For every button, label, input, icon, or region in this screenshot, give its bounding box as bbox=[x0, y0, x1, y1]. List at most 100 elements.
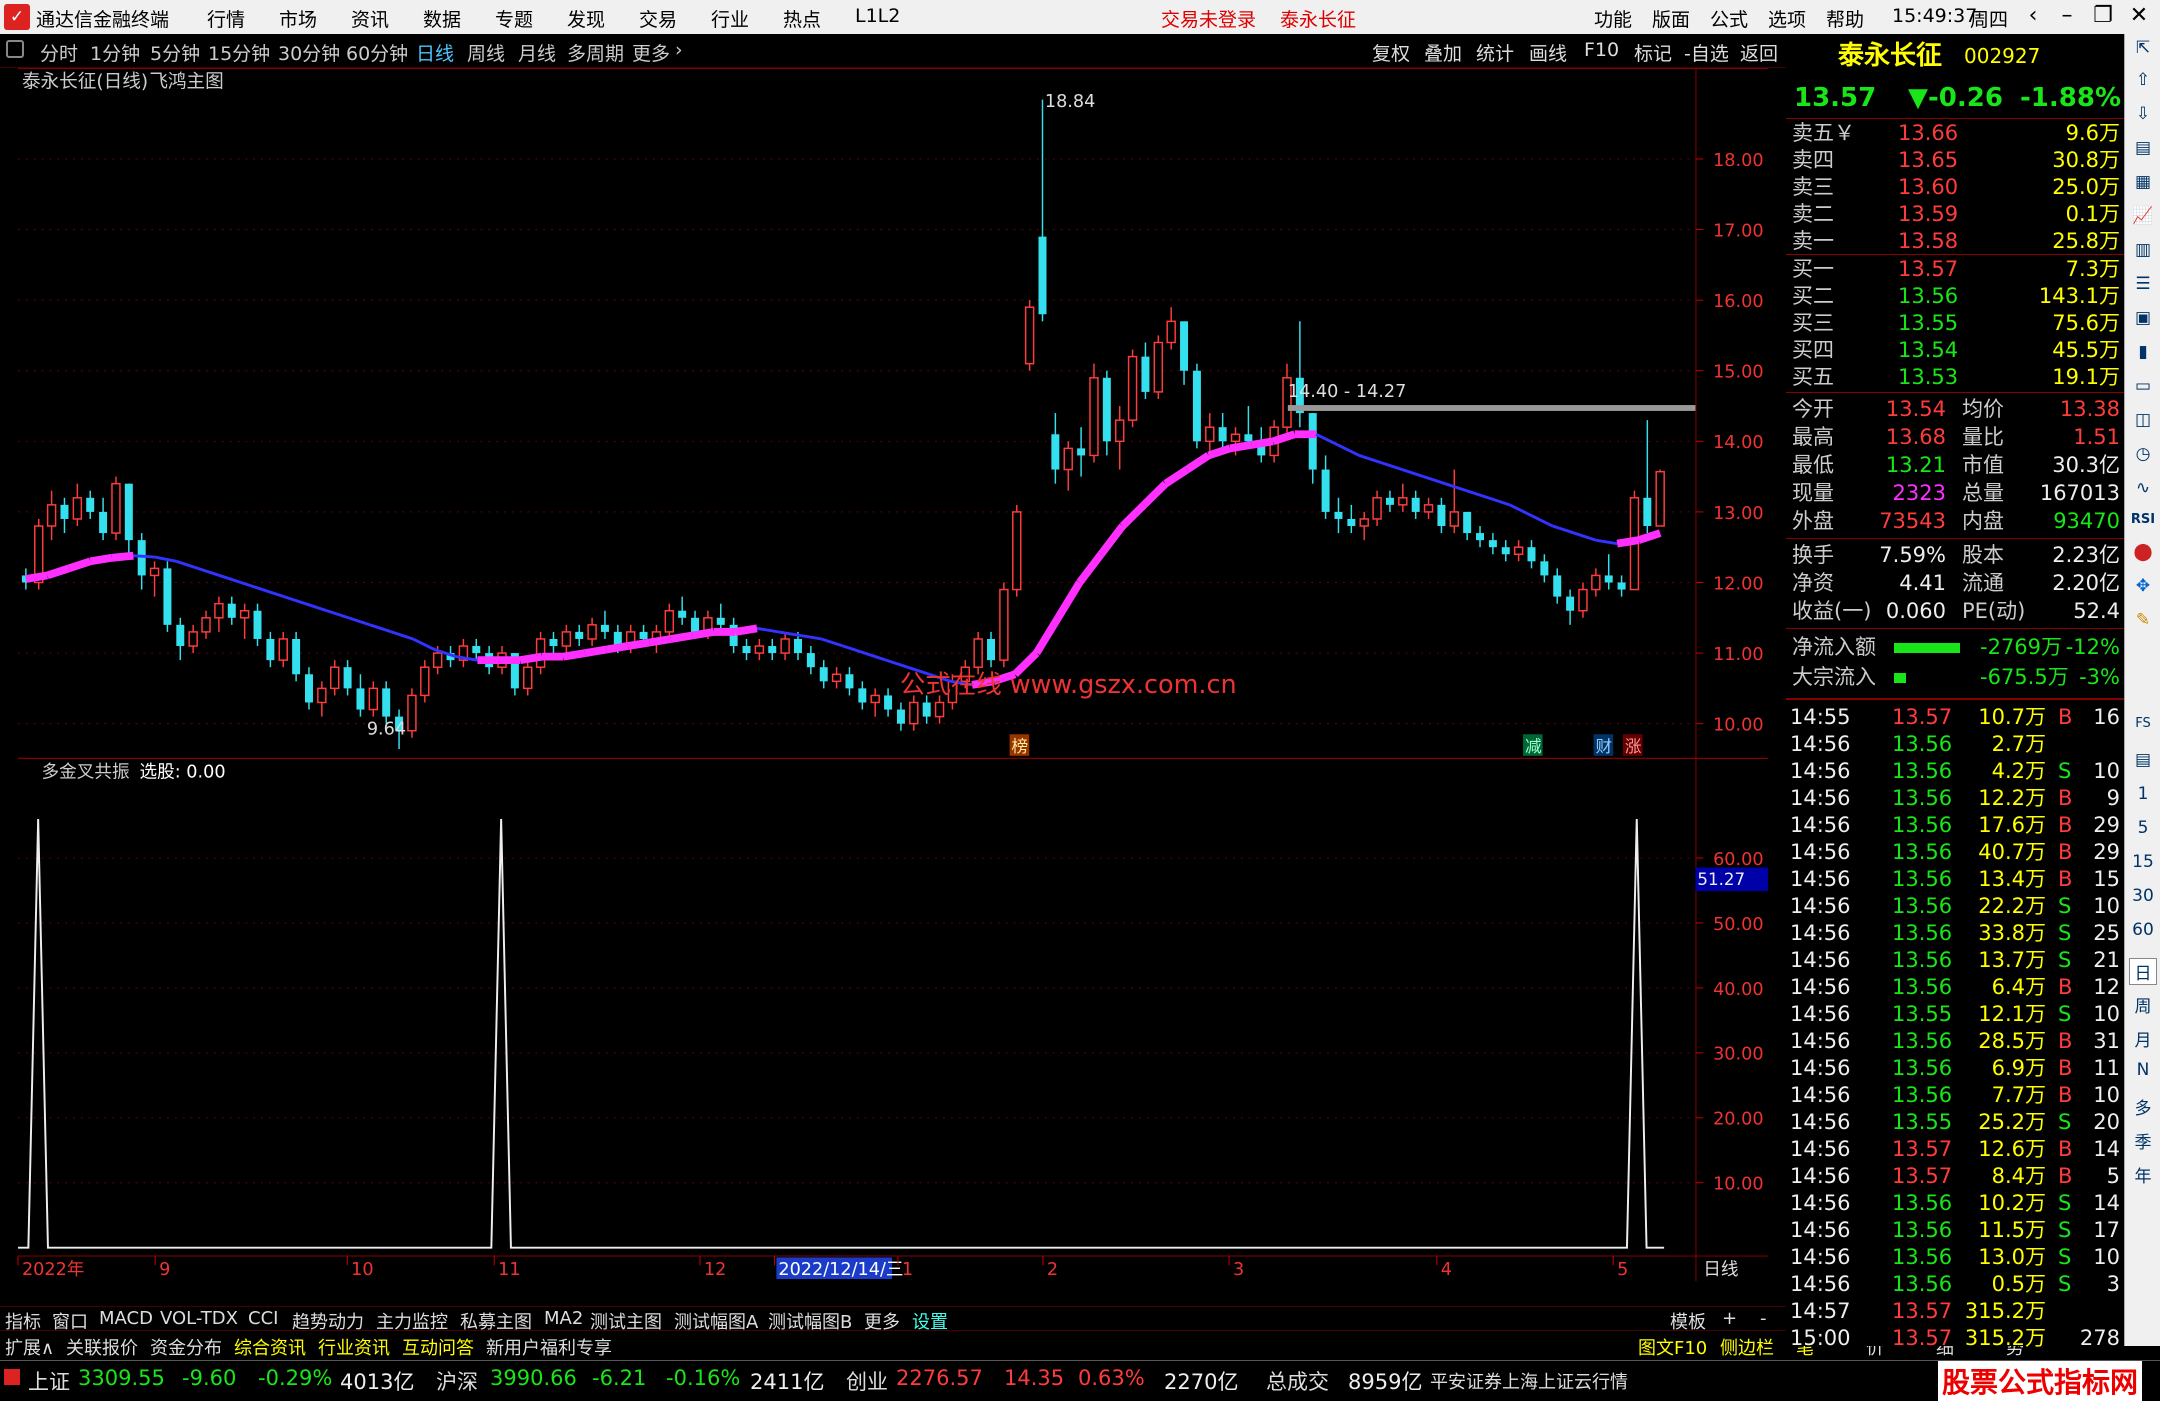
minimize-icon[interactable]: – bbox=[2050, 3, 2084, 28]
candle-body[interactable] bbox=[188, 631, 198, 647]
period-multi[interactable]: 多周期 bbox=[567, 39, 624, 66]
back-icon[interactable]: ‹ bbox=[2016, 3, 2050, 28]
period-day-button[interactable]: 日 bbox=[2129, 958, 2157, 985]
tab-welfare[interactable]: 新用户福利专享 bbox=[486, 1334, 612, 1360]
idx-cy-name[interactable]: 创业 bbox=[846, 1366, 888, 1396]
menu-options[interactable]: 选项 bbox=[1768, 5, 1806, 32]
period-season-button[interactable]: 季 bbox=[2129, 1128, 2157, 1153]
period-week[interactable]: 周线 bbox=[467, 39, 505, 66]
candle-body[interactable] bbox=[266, 638, 275, 661]
bar-icon[interactable]: ▮ bbox=[2129, 342, 2157, 362]
candle-body[interactable] bbox=[999, 588, 1009, 661]
main-chart-formula[interactable]: 飞鸿主图 bbox=[149, 72, 223, 93]
tab-cci[interactable]: CCI bbox=[248, 1308, 278, 1329]
tab-related[interactable]: 关联报价 bbox=[66, 1334, 138, 1360]
candle-body[interactable] bbox=[716, 617, 725, 625]
menu-market[interactable]: 市场 bbox=[279, 5, 317, 32]
menu-hq[interactable]: 行情 bbox=[207, 5, 245, 32]
candle-body[interactable] bbox=[420, 666, 430, 697]
wave-icon[interactable]: ∿ bbox=[2129, 478, 2157, 498]
candle-body[interactable] bbox=[1527, 547, 1536, 562]
candle-body[interactable] bbox=[845, 674, 854, 689]
add-window-button[interactable]: + bbox=[1722, 1308, 1737, 1329]
candle-body[interactable] bbox=[214, 602, 224, 619]
candle-body[interactable] bbox=[1180, 321, 1189, 371]
candle-body[interactable] bbox=[1449, 511, 1460, 527]
candle-body[interactable] bbox=[678, 610, 687, 618]
candle-body[interactable] bbox=[163, 568, 172, 625]
candle-body[interactable] bbox=[909, 701, 919, 725]
candle-body[interactable] bbox=[1308, 413, 1317, 470]
candle-body[interactable] bbox=[124, 483, 133, 541]
menu-trade[interactable]: 交易 bbox=[639, 5, 677, 32]
candle-body[interactable] bbox=[523, 666, 533, 690]
sub-chart-title[interactable]: 多金叉共振 bbox=[42, 761, 130, 782]
candle-body[interactable] bbox=[239, 609, 250, 619]
candle-body[interactable] bbox=[329, 666, 340, 690]
candle-body[interactable] bbox=[1051, 434, 1060, 470]
ranking-icon[interactable]: ▤ bbox=[2129, 138, 2157, 158]
candle-body[interactable] bbox=[176, 624, 185, 647]
login-status[interactable]: 交易未登录 bbox=[1161, 5, 1256, 32]
btn-biaoji[interactable]: 标记 bbox=[1634, 39, 1672, 66]
period-5min[interactable]: 5分钟 bbox=[150, 39, 200, 66]
candle-body[interactable] bbox=[831, 673, 842, 683]
list-icon[interactable]: ☰ bbox=[2129, 274, 2157, 294]
period-day[interactable]: 日线 bbox=[416, 39, 454, 66]
menu-topic[interactable]: 专题 bbox=[495, 5, 533, 32]
candle-body[interactable] bbox=[1102, 377, 1111, 442]
excel-icon[interactable]: ▤ bbox=[2129, 750, 2157, 770]
candle-body[interactable] bbox=[1166, 320, 1176, 344]
period-15-button[interactable]: 15 bbox=[2129, 852, 2157, 872]
tab-vol[interactable]: VOL-TDX bbox=[160, 1308, 238, 1329]
candle-body[interactable] bbox=[227, 603, 236, 618]
candle-body[interactable] bbox=[1244, 434, 1253, 442]
btn-tongji[interactable]: 统计 bbox=[1476, 39, 1514, 66]
candle-body[interactable] bbox=[1476, 533, 1485, 541]
period-1min[interactable]: 1分钟 bbox=[90, 39, 140, 66]
btn-f10[interactable]: F10 bbox=[1584, 39, 1619, 61]
period-60-button[interactable]: 60 bbox=[2129, 920, 2157, 940]
candle-body[interactable] bbox=[768, 646, 777, 654]
candle-body[interactable] bbox=[1617, 582, 1626, 590]
fs-button[interactable]: FS bbox=[2129, 716, 2157, 731]
idx-sh-name[interactable]: 上证 bbox=[28, 1366, 70, 1396]
candle-body[interactable] bbox=[549, 638, 558, 647]
period-n-button[interactable]: N bbox=[2129, 1060, 2157, 1080]
period-month-button[interactable]: 月 bbox=[2129, 1026, 2157, 1051]
candle-body[interactable] bbox=[1192, 370, 1201, 442]
period-15min[interactable]: 15分钟 bbox=[208, 39, 270, 66]
candle-body[interactable] bbox=[639, 631, 648, 639]
candle-body[interactable] bbox=[201, 617, 211, 633]
candle-body[interactable] bbox=[754, 645, 765, 654]
candle-body[interactable] bbox=[1127, 355, 1138, 421]
server-name[interactable]: 平安证券上海上证云行情 bbox=[1430, 1368, 1628, 1394]
btn-fuquan[interactable]: 复权 bbox=[1372, 39, 1410, 66]
candle-body[interactable] bbox=[317, 687, 327, 704]
chart-area[interactable]: 18.00 17.00 16.00 15.00 14.00 13.00 12.00 11.00… bbox=[0, 68, 1786, 1281]
candle-body[interactable] bbox=[1411, 497, 1420, 512]
candle-body[interactable] bbox=[149, 567, 160, 577]
candle-body[interactable] bbox=[819, 667, 828, 682]
candle-body[interactable] bbox=[884, 695, 893, 710]
candle-body[interactable] bbox=[1501, 547, 1510, 555]
move-icon[interactable]: ✥ bbox=[2129, 576, 2157, 596]
tab-news[interactable]: 综合资讯 bbox=[234, 1334, 306, 1360]
period-year-button[interactable]: 年 bbox=[2129, 1162, 2157, 1187]
candle-icon[interactable]: ▥ bbox=[2129, 240, 2157, 260]
candle-body[interactable] bbox=[292, 638, 301, 675]
menu-function[interactable]: 功能 bbox=[1594, 5, 1632, 32]
candle-body[interactable] bbox=[1643, 497, 1652, 527]
candle-body[interactable] bbox=[407, 694, 417, 732]
candle-body[interactable] bbox=[742, 646, 751, 654]
remove-window-button[interactable]: - bbox=[1760, 1308, 1767, 1329]
candle-body[interactable] bbox=[780, 638, 790, 654]
candle-body[interactable] bbox=[1205, 426, 1215, 443]
candle-body[interactable] bbox=[973, 638, 983, 668]
candle-body[interactable] bbox=[1488, 540, 1497, 548]
candle-body[interactable] bbox=[1566, 596, 1575, 611]
period-month[interactable]: 月线 bbox=[518, 39, 556, 66]
candle-body[interactable] bbox=[1553, 575, 1562, 597]
candle-body[interactable] bbox=[1141, 356, 1150, 392]
period-fenshi[interactable]: 分时 bbox=[40, 39, 78, 66]
